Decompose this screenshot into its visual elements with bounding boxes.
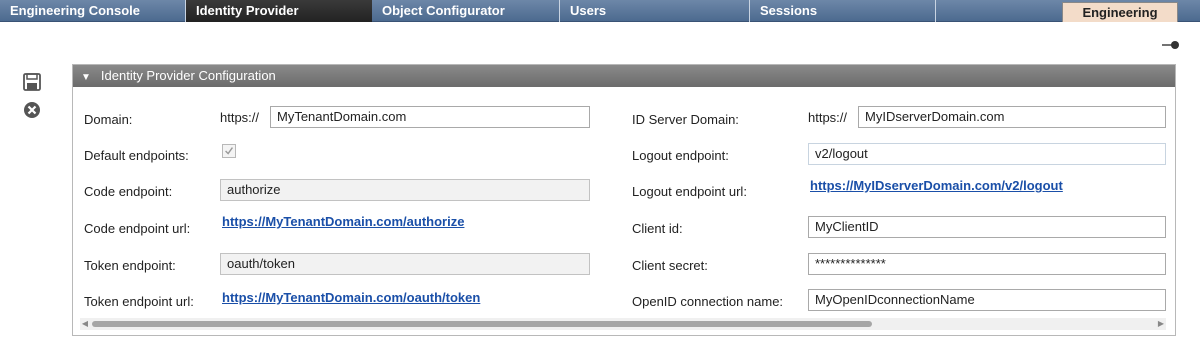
openid-connection-input[interactable]: MyOpenIDconnectionName: [808, 289, 1166, 311]
collapse-triangle-icon[interactable]: ▼: [81, 67, 91, 89]
logout-endpoint-input[interactable]: v2/logout: [808, 143, 1166, 165]
scrollbar-thumb[interactable]: [92, 321, 872, 327]
client-id-input[interactable]: MyClientID: [808, 216, 1166, 238]
domain-label: Domain:: [84, 112, 133, 127]
horizontal-scrollbar[interactable]: ◀ ▶: [80, 318, 1166, 330]
code-endpoint-url-label: Code endpoint url:: [84, 221, 191, 236]
tab-sessions[interactable]: Sessions: [750, 0, 936, 22]
client-secret-input[interactable]: **************: [808, 253, 1166, 275]
scroll-right-icon[interactable]: ▶: [1156, 318, 1166, 330]
token-endpoint-label: Token endpoint:: [84, 258, 176, 273]
domain-input[interactable]: MyTenantDomain.com: [270, 106, 590, 128]
pin-icon[interactable]: [1160, 40, 1180, 50]
logout-endpoint-url-link[interactable]: https://MyIDserverDomain.com/v2/logout: [810, 178, 1063, 193]
id-server-domain-input[interactable]: MyIDserverDomain.com: [858, 106, 1166, 128]
code-endpoint-label: Code endpoint:: [84, 184, 173, 199]
openid-connection-label: OpenID connection name:: [632, 294, 784, 309]
panel-title: Identity Provider Configuration: [100, 68, 276, 83]
top-navigation: Engineering Console Identity Provider Ob…: [0, 0, 1200, 22]
tab-engineering-console[interactable]: Engineering Console: [0, 0, 186, 22]
token-endpoint-url-label: Token endpoint url:: [84, 294, 194, 309]
domain-prefix: https://: [220, 110, 260, 125]
panel-header[interactable]: ▼ Identity Provider Configuration: [73, 65, 1175, 87]
logout-endpoint-label: Logout endpoint:: [632, 148, 729, 163]
code-endpoint-url-link[interactable]: https://MyTenantDomain.com/authorize: [222, 214, 464, 229]
token-endpoint-url-link[interactable]: https://MyTenantDomain.com/oauth/token: [222, 290, 480, 305]
save-icon[interactable]: [22, 72, 42, 92]
default-endpoints-checkbox[interactable]: [222, 144, 236, 158]
code-endpoint-field: authorize: [220, 179, 590, 201]
client-id-label: Client id:: [632, 221, 683, 236]
id-server-domain-label: ID Server Domain:: [632, 112, 739, 127]
token-endpoint-field: oauth/token: [220, 253, 590, 275]
tab-engineering[interactable]: Engineering: [1062, 2, 1178, 22]
tab-identity-provider[interactable]: Identity Provider: [186, 0, 372, 22]
logout-endpoint-url-label: Logout endpoint url:: [632, 184, 747, 199]
default-endpoints-label: Default endpoints:: [84, 148, 189, 163]
client-secret-label: Client secret:: [632, 258, 708, 273]
scroll-left-icon[interactable]: ◀: [80, 318, 90, 330]
tab-object-configurator[interactable]: Object Configurator: [372, 0, 560, 22]
tab-users[interactable]: Users: [560, 0, 750, 22]
id-server-prefix: https://: [808, 110, 848, 125]
close-icon[interactable]: [22, 100, 42, 120]
